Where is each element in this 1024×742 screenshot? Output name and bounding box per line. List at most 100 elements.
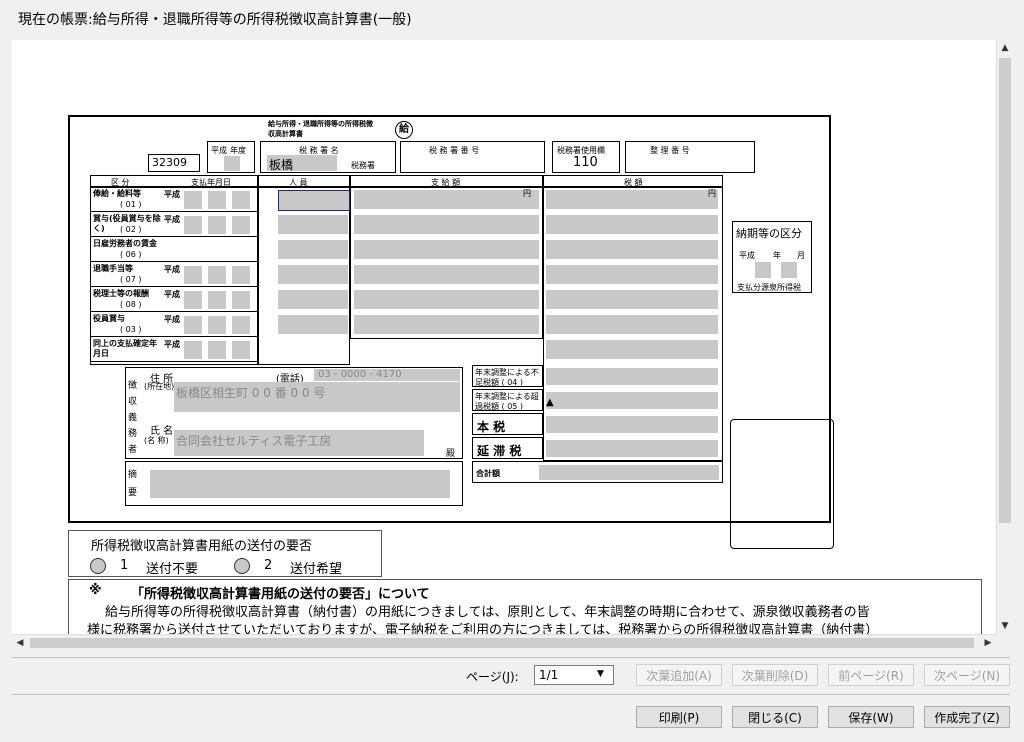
- payment-amount-field[interactable]: [354, 265, 539, 284]
- date-field[interactable]: [232, 266, 250, 284]
- remarks-field[interactable]: [150, 470, 450, 498]
- date-field[interactable]: [184, 291, 202, 309]
- print-button[interactable]: 印刷(P): [636, 706, 722, 728]
- date-field[interactable]: [232, 191, 250, 209]
- tax-amount-field[interactable]: [546, 265, 718, 284]
- tax-amount-field[interactable]: [546, 240, 718, 259]
- total-cell: 合計額: [472, 461, 723, 483]
- entai-label: 延 滞 税: [477, 444, 522, 458]
- date-field[interactable]: [184, 266, 202, 284]
- dono-label: 殿: [446, 449, 456, 459]
- era-year-box: 平成 年度: [207, 141, 255, 173]
- date-field[interactable]: [184, 341, 202, 359]
- honzei-cell: 本 税: [472, 413, 543, 435]
- close-button[interactable]: 閉じる(C): [732, 706, 818, 728]
- row-code: ( 08 ): [120, 300, 142, 309]
- form-row: 税理士等の報酬 ( 08 ) 平成: [90, 287, 723, 312]
- payment-period-year: 年: [773, 251, 781, 260]
- add-page-button[interactable]: 次葉追加(A): [636, 664, 722, 686]
- chevron-down-icon[interactable]: ▼: [597, 669, 604, 679]
- horizontal-scrollbar[interactable]: ◀ ▶: [12, 634, 996, 651]
- delete-page-button[interactable]: 次葉削除(D): [732, 664, 818, 686]
- payment-amount-field[interactable]: [354, 315, 539, 334]
- date-field[interactable]: [208, 266, 226, 284]
- scroll-up-icon[interactable]: ▲: [997, 40, 1013, 56]
- date-field[interactable]: [184, 316, 202, 334]
- form-row: 俸給・給料等 ( 01 ) 平成: [90, 187, 723, 212]
- lower-tax-field[interactable]: [546, 416, 718, 433]
- option-2-label: 送付希望: [290, 562, 343, 577]
- date-field[interactable]: [208, 291, 226, 309]
- date-field[interactable]: [184, 191, 202, 209]
- row-label: 日雇労務者の賃金: [93, 239, 157, 248]
- year-field[interactable]: [224, 156, 240, 171]
- save-button[interactable]: 保存(W): [828, 706, 914, 728]
- triangle-mark: ▲: [546, 397, 554, 408]
- row-era: 平成: [164, 315, 180, 324]
- tax-amount-field[interactable]: [546, 215, 718, 234]
- vertical-scroll-thumb[interactable]: [999, 58, 1011, 523]
- tax-amount-field[interactable]: [546, 190, 718, 209]
- row-era: 平成: [164, 265, 180, 274]
- payment-period-note: 支払分源泉所得税: [737, 283, 801, 292]
- tax-amount-field[interactable]: [546, 290, 718, 309]
- scroll-down-icon[interactable]: ▼: [997, 618, 1013, 634]
- vertical-scrollbar[interactable]: ▲ ▼: [996, 40, 1013, 634]
- form-row: 同上の支払確定年月日 平成: [90, 337, 723, 362]
- page-label: ページ(J):: [466, 670, 519, 684]
- radio-needed[interactable]: [234, 558, 250, 574]
- complete-button[interactable]: 作成完了(Z): [924, 706, 1010, 728]
- people-field[interactable]: [278, 215, 348, 234]
- people-field[interactable]: [278, 290, 348, 309]
- date-field[interactable]: [208, 316, 226, 334]
- payment-amount-field[interactable]: [354, 240, 539, 259]
- name-sub: (名 称): [144, 436, 169, 445]
- payment-period-box: 納期等の区分 平成 年 月 支払分源泉所得税: [732, 221, 812, 293]
- tax-amount-field[interactable]: [546, 315, 718, 334]
- prev-page-button[interactable]: 前ページ(R): [828, 664, 914, 686]
- people-header: 人 員: [258, 175, 350, 187]
- lower-tax-field[interactable]: [546, 368, 718, 385]
- payment-period-title: 納期等の区分: [736, 227, 802, 240]
- tax-office-use-value: 110: [573, 155, 598, 170]
- address-value: 板橋区相生町 0 0 番 0 0 号: [176, 386, 326, 400]
- next-page-button[interactable]: 次ページ(N): [924, 664, 1010, 686]
- people-field[interactable]: [278, 265, 348, 284]
- row-label: 俸給・給料等: [93, 189, 141, 198]
- date-field[interactable]: [232, 316, 250, 334]
- row-label: 税理士等の報酬: [93, 289, 149, 298]
- horizontal-scroll-thumb[interactable]: [30, 638, 974, 648]
- total-field[interactable]: [539, 465, 719, 480]
- notice-title: 「所得税徴収高計算書用紙の送付の要否」について: [131, 587, 430, 602]
- stamp-box: [730, 419, 834, 549]
- lower-tax-field[interactable]: [546, 440, 718, 457]
- date-field[interactable]: [232, 341, 250, 359]
- payment-amount-field[interactable]: [354, 215, 539, 234]
- date-field[interactable]: [232, 216, 250, 234]
- date-field[interactable]: [208, 191, 226, 209]
- tax-amount-field[interactable]: [546, 340, 718, 359]
- payment-amount-field[interactable]: [354, 290, 539, 309]
- date-field[interactable]: [184, 216, 202, 234]
- people-field[interactable]: [278, 240, 348, 259]
- form-viewport[interactable]: 給与所得・退職所得等の所得税徴収高計算書 給 32309 平成 年度 税 務 署…: [12, 40, 996, 634]
- form-row: 退職手当等 ( 07 ) 平成: [90, 262, 723, 287]
- payment-amount-field[interactable]: [354, 190, 539, 209]
- date-field[interactable]: [208, 341, 226, 359]
- period-month-field[interactable]: [781, 262, 797, 278]
- tax-office-suffix: 税務署: [351, 161, 375, 170]
- date-field[interactable]: [208, 216, 226, 234]
- kubun-header: 区 分 支払年月日: [90, 175, 258, 187]
- name-value: 合同会社セルティス電子工房: [176, 434, 332, 448]
- address-sub: (所在地): [144, 382, 175, 391]
- send-option-title: 所得税徴収高計算書用紙の送付の要否: [91, 539, 313, 554]
- period-year-field[interactable]: [755, 262, 771, 278]
- scroll-right-icon[interactable]: ▶: [980, 635, 996, 651]
- date-field[interactable]: [232, 291, 250, 309]
- people-field[interactable]: [278, 315, 348, 334]
- people-field[interactable]: [278, 190, 350, 211]
- radio-not-needed[interactable]: [90, 558, 106, 574]
- lower-tax-field[interactable]: [546, 392, 718, 409]
- scroll-left-icon[interactable]: ◀: [12, 635, 28, 651]
- page-select[interactable]: 1/1 ▼: [534, 665, 614, 685]
